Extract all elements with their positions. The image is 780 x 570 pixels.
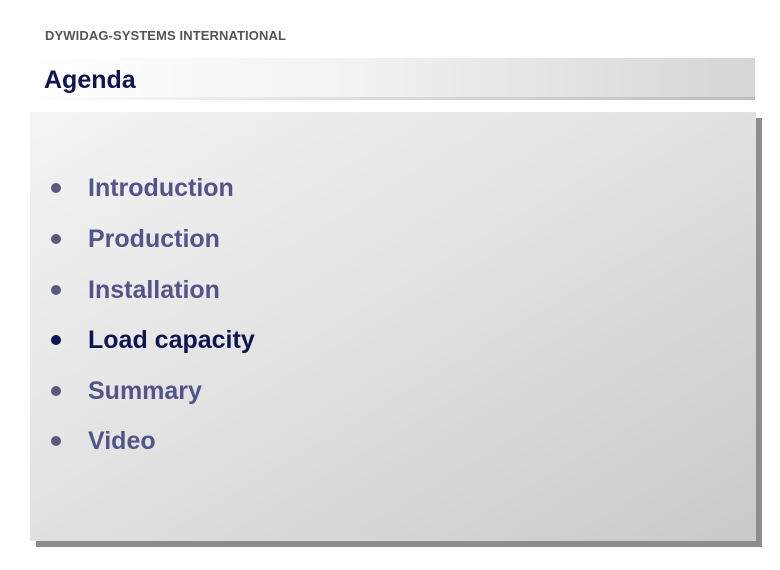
agenda-item-label: Installation — [88, 276, 220, 304]
company-name: DYWIDAG-SYSTEMS INTERNATIONAL — [45, 28, 286, 43]
bullet-icon — [51, 183, 61, 193]
title-bar — [30, 58, 755, 98]
agenda-item-label: Introduction — [88, 174, 234, 202]
bullet-icon — [51, 386, 61, 396]
slide-title: Agenda — [44, 66, 136, 94]
bullet-icon — [51, 335, 61, 345]
bullet-icon — [51, 436, 61, 446]
bullet-icon — [51, 234, 61, 244]
agenda-item-label: Summary — [88, 377, 202, 405]
agenda-item-label: Video — [88, 427, 156, 455]
agenda-item-label: Load capacity — [88, 326, 255, 354]
agenda-item-label: Production — [88, 225, 220, 253]
title-bar-shadow — [30, 97, 755, 100]
bullet-icon — [51, 285, 61, 295]
content-panel: Introduction Production Installation Loa… — [30, 112, 756, 541]
